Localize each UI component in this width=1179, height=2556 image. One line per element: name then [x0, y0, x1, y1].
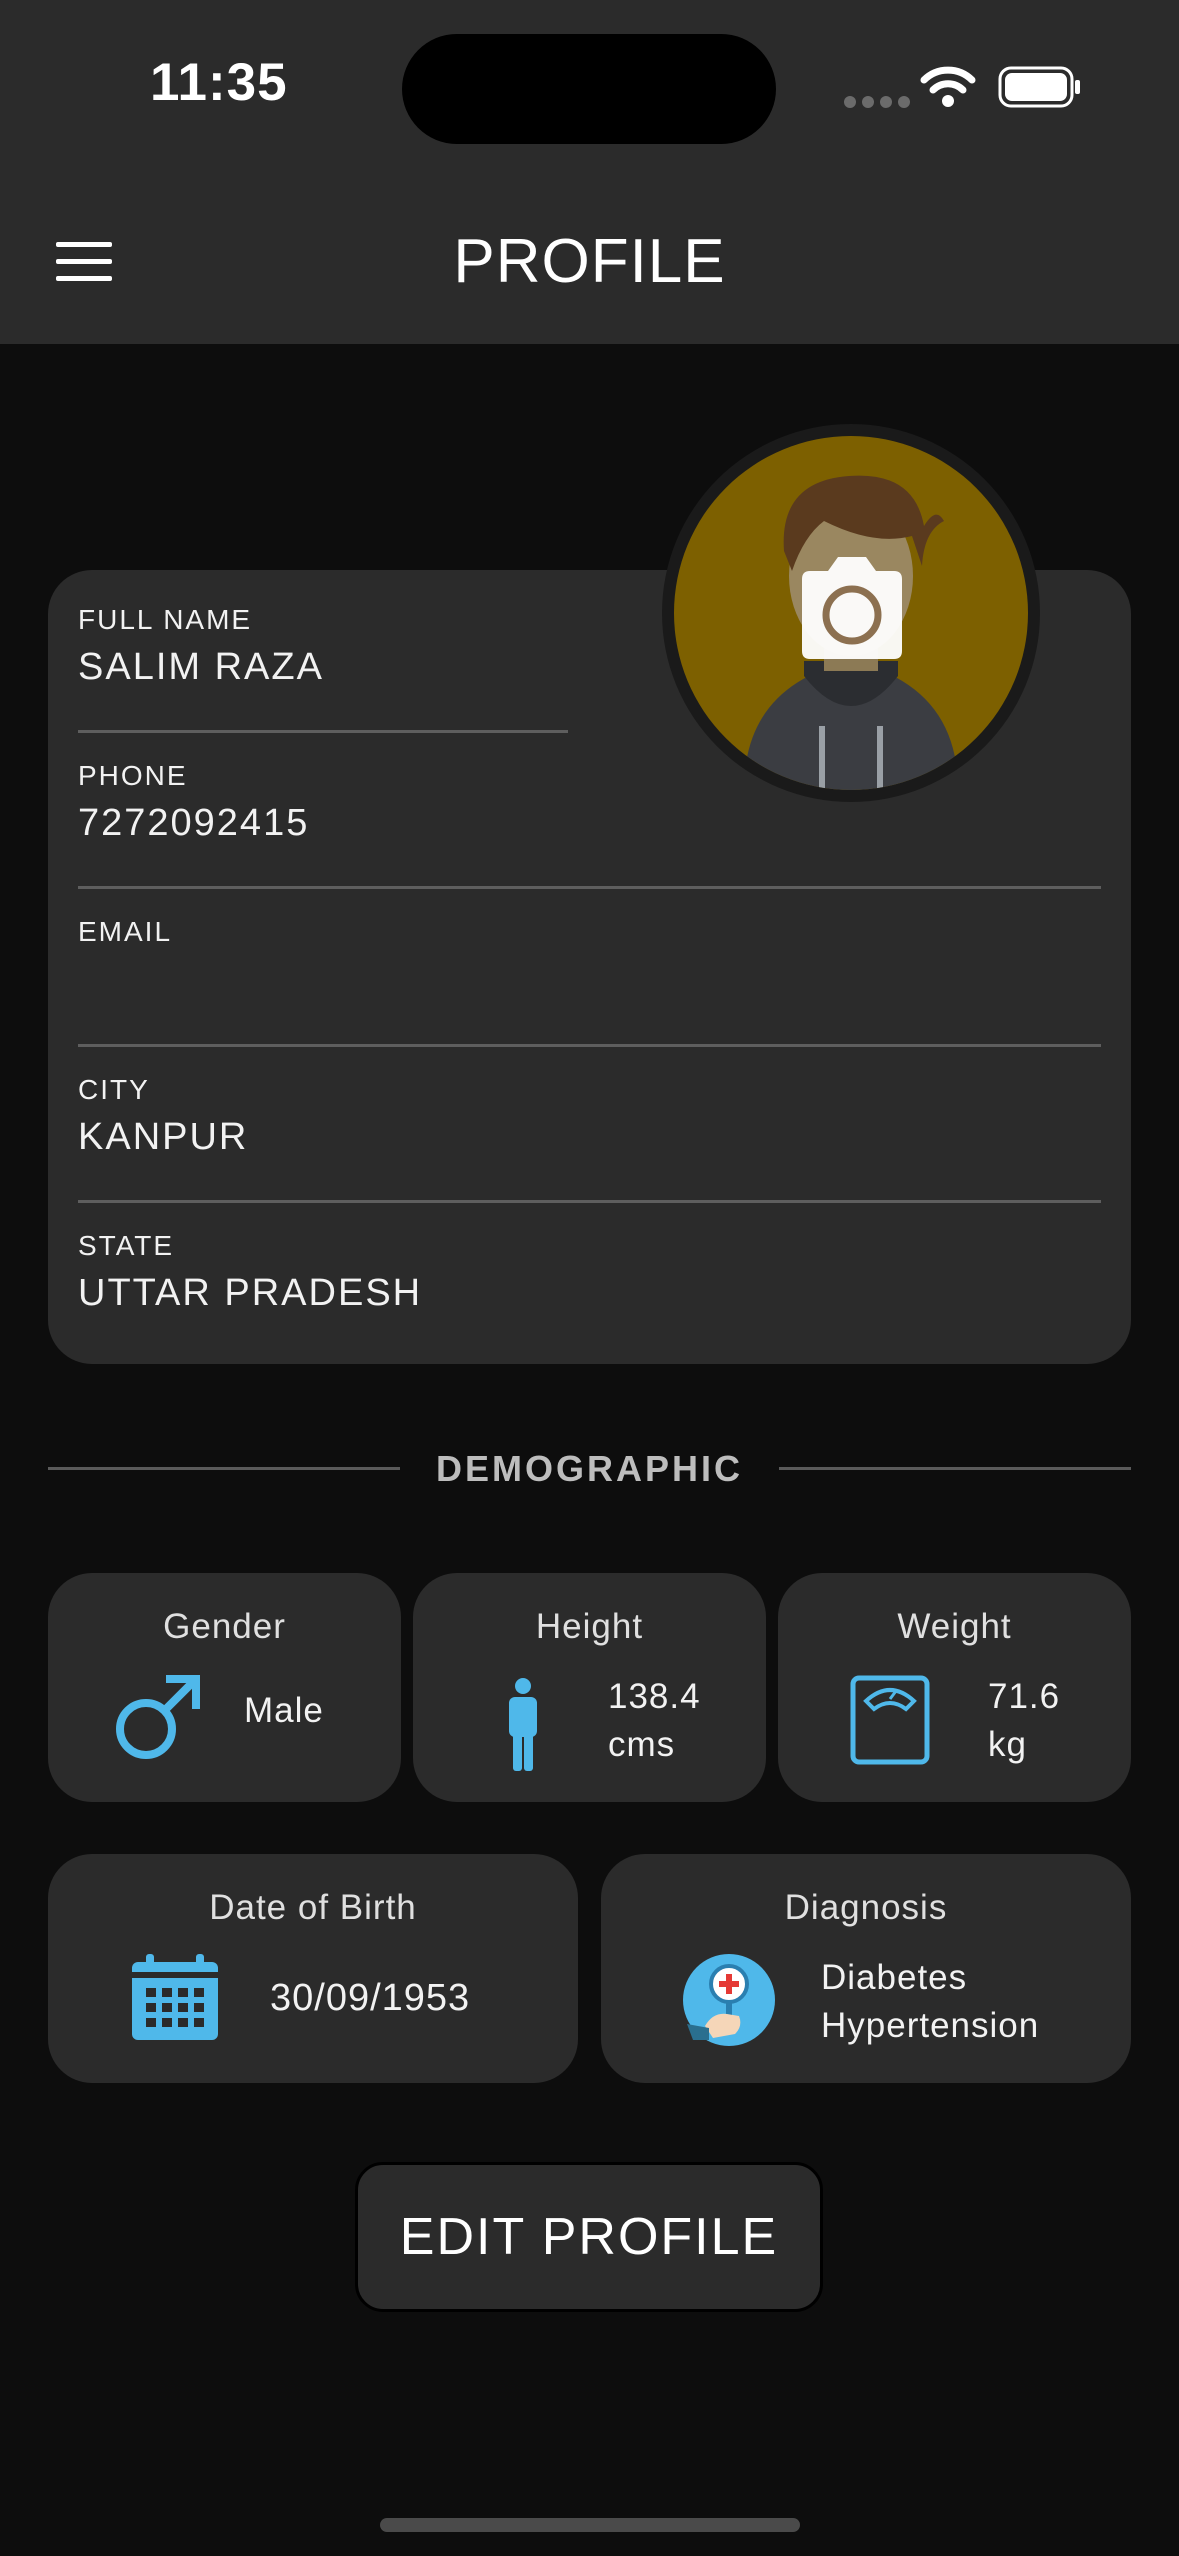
weight-value: 71.6 kg [988, 1673, 1060, 1769]
state-field[interactable]: STATE UTTAR PRADESH [78, 1230, 422, 1316]
person-height-icon [509, 1678, 537, 1771]
weight-number: 71.6 [988, 1677, 1061, 1716]
field-value: UTTAR PRADESH [78, 1272, 423, 1314]
field-value [78, 958, 172, 1002]
gender-value: Male [244, 1691, 324, 1730]
male-symbol-icon [116, 1675, 200, 1759]
signal-icon [844, 96, 910, 108]
diagnosis-item: Diabetes [821, 1958, 968, 1997]
header-bar: 11:35 PROFILE [0, 0, 1179, 344]
email-field[interactable]: EMAIL [78, 916, 172, 1002]
height-unit: cms [608, 1725, 676, 1764]
weight-unit: kg [988, 1725, 1027, 1764]
field-value: KANPUR [78, 1116, 249, 1158]
stat-title: Gender [163, 1607, 286, 1646]
battery-icon [998, 66, 1080, 108]
calendar-icon [132, 1954, 218, 2040]
diagnosis-value: Diabetes Hypertension [821, 1954, 1039, 2050]
stat-title: Height [535, 1607, 644, 1646]
divider [78, 1200, 1101, 1203]
phone-field[interactable]: PHONE 7272092415 [78, 760, 309, 846]
dob-value: 30/09/1953 [270, 1977, 471, 2019]
stat-title: Date of Birth [209, 1888, 417, 1927]
stat-title: Weight [897, 1607, 1012, 1646]
wifi-icon [920, 66, 976, 107]
page-title: PROFILE [453, 227, 726, 296]
status-time: 11:35 [150, 53, 288, 112]
field-label: PHONE [78, 760, 188, 791]
weight-card[interactable]: Weight 71.6 kg [778, 1573, 1131, 1802]
field-label: EMAIL [78, 916, 173, 947]
diagnosis-card[interactable]: Diagnosis Diabetes Hypertension [601, 1854, 1131, 2083]
field-label: CITY [78, 1074, 150, 1105]
scale-icon [850, 1675, 930, 1765]
height-value: 138.4 cms [608, 1673, 701, 1769]
city-field[interactable]: CITY KANPUR [78, 1074, 248, 1160]
dob-card[interactable]: Date of Birth 30/09/1953 [48, 1854, 578, 2083]
field-value: SALIM RAZA [78, 646, 324, 688]
gender-card[interactable]: Gender Male [48, 1573, 401, 1802]
height-card[interactable]: Height 138.4 cms [413, 1573, 766, 1802]
divider [78, 1044, 1101, 1047]
height-number: 138.4 [608, 1677, 701, 1716]
camera-icon[interactable] [792, 555, 912, 661]
dynamic-island [402, 34, 776, 144]
field-label: STATE [78, 1230, 175, 1261]
field-value: 7272092415 [78, 802, 310, 844]
divider [779, 1467, 1131, 1470]
diagnosis-item: Hypertension [821, 2006, 1040, 2045]
edit-profile-button[interactable]: EDIT PROFILE [355, 2162, 823, 2312]
stat-title: Diagnosis [784, 1888, 948, 1927]
divider [78, 886, 1101, 889]
full-name-field[interactable]: FULL NAME SALIM RAZA [78, 604, 324, 690]
home-indicator[interactable] [380, 2518, 800, 2532]
divider [78, 730, 568, 733]
diagnosis-magnifier-icon [683, 1954, 775, 2046]
field-label: FULL NAME [78, 604, 253, 635]
